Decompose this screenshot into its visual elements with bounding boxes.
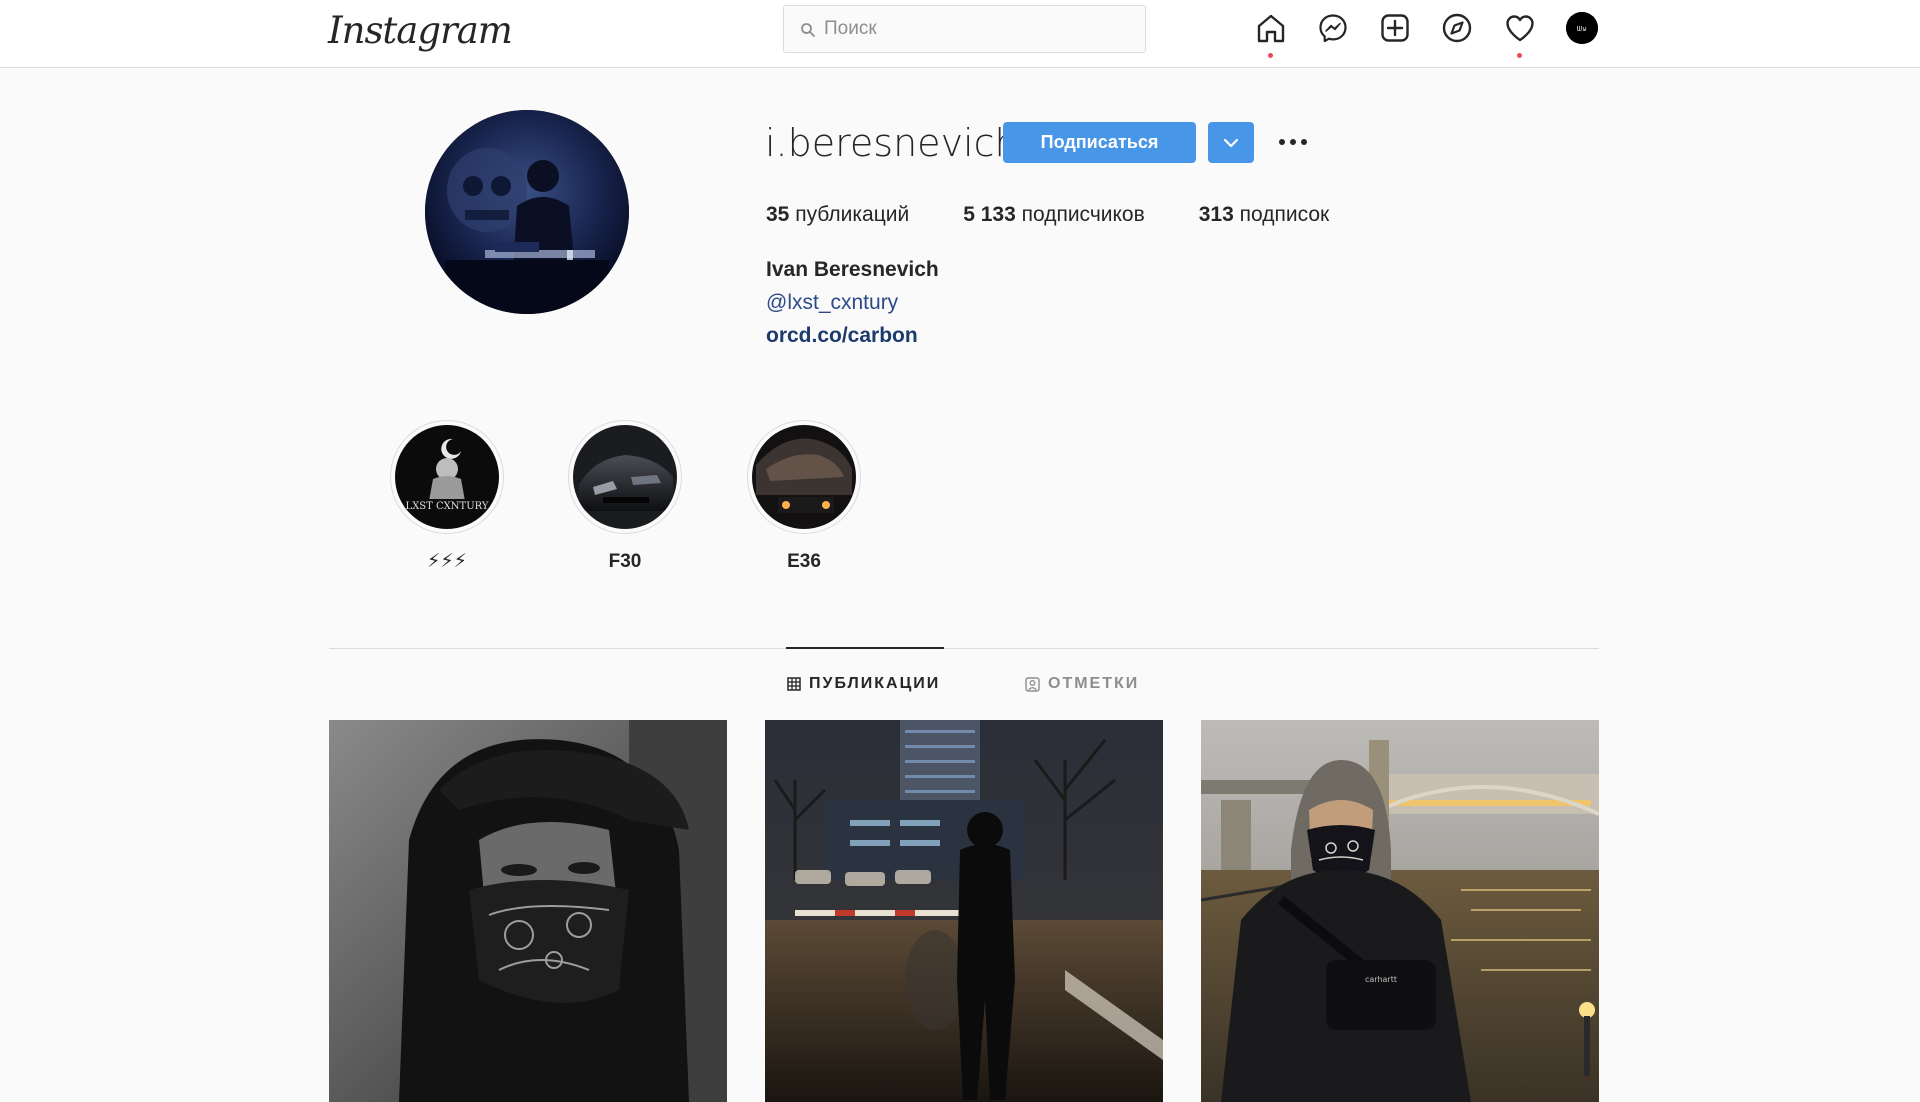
profile-full-name: Ivan Beresnevich: [766, 258, 939, 281]
post-image-masked-portrait: [329, 720, 727, 1102]
tab-posts-label: ПУБЛИКАЦИИ: [809, 675, 941, 692]
followers-stat[interactable]: 5 133 подписчиков: [963, 199, 1145, 231]
highlight-cover-image: [573, 425, 677, 529]
highlight-label: E36: [787, 551, 821, 572]
home-icon[interactable]: [1253, 10, 1289, 46]
highlight-ring: [747, 420, 861, 534]
highlight-ring: [568, 420, 682, 534]
profile-stats: 35 публикаций 5 133 подписчиков 313 подп…: [766, 199, 1383, 231]
tab-posts[interactable]: ПУБЛИКАЦИИ: [787, 672, 940, 696]
profile-avatar[interactable]: ᗯ⊍: [1566, 12, 1598, 44]
story-highlight[interactable]: F30: [567, 420, 683, 574]
messenger-icon[interactable]: [1315, 10, 1351, 46]
posts-label: публикаций: [795, 203, 910, 226]
activity-notification-dot: [1517, 53, 1522, 58]
new-post-icon[interactable]: [1377, 10, 1413, 46]
active-tab-indicator: [786, 647, 944, 649]
highlight-cover-image: LXST CXNTURY: [395, 425, 499, 529]
post-thumbnail[interactable]: [765, 720, 1163, 1102]
profile-picture[interactable]: [425, 110, 629, 314]
activity-heart-icon[interactable]: [1502, 10, 1538, 46]
follow-button[interactable]: Подписаться: [1003, 122, 1196, 163]
highlight-ring: LXST CXNTURY: [390, 420, 504, 534]
followers-label: подписчиков: [1021, 203, 1145, 226]
post-image-night-street: [765, 720, 1163, 1102]
top-navigation-bar: Instagram Поиск ᗯ⊍: [0, 0, 1920, 68]
chevron-down-icon: [1223, 138, 1239, 147]
grid-icon: [787, 677, 801, 691]
following-label: подписок: [1239, 203, 1330, 226]
bio-mention-link[interactable]: @lxst_cxntury: [766, 287, 898, 319]
svg-text:LXST CXNTURY: LXST CXNTURY: [406, 501, 489, 512]
search-input[interactable]: [822, 6, 1132, 52]
ellipsis-icon: [1279, 139, 1307, 145]
search-icon: [801, 23, 815, 37]
post-thumbnail[interactable]: [329, 720, 727, 1102]
followers-count: 5 133: [963, 203, 1016, 226]
search-box[interactable]: [783, 5, 1146, 53]
svg-text:carhartt: carhartt: [1365, 975, 1397, 984]
following-count: 313: [1198, 203, 1234, 226]
avatar-emblem-icon: ᗯ⊍: [1566, 12, 1598, 44]
tab-tagged-label: ОТМЕТКИ: [1048, 675, 1140, 692]
post-thumbnail[interactable]: carhartt: [1201, 720, 1599, 1102]
following-stat[interactable]: 313 подписок: [1199, 199, 1329, 231]
highlight-cover-image: [752, 425, 856, 529]
home-notification-dot: [1268, 53, 1273, 58]
dj-performer-image: [425, 110, 629, 314]
profile-username: i.beresnevich: [765, 121, 1019, 165]
svg-text:ᗯ⊍: ᗯ⊍: [1577, 25, 1587, 33]
tab-tagged[interactable]: ОТМЕТКИ: [1025, 672, 1139, 696]
story-highlight[interactable]: E36: [746, 420, 862, 574]
instagram-logo[interactable]: Instagram: [328, 6, 513, 56]
tabs-divider: [329, 648, 1599, 649]
bio-external-link[interactable]: orcd.co/carbon: [766, 320, 918, 352]
story-highlight[interactable]: LXST CXNTURY ⚡⚡⚡: [389, 420, 505, 574]
highlight-label: F30: [608, 551, 642, 572]
highlight-label: ⚡⚡⚡: [426, 551, 468, 572]
posts-count-stat: 35 публикаций: [766, 199, 909, 231]
more-options-button[interactable]: [1276, 124, 1310, 160]
suggested-accounts-dropdown-button[interactable]: [1208, 122, 1254, 163]
post-image-riverside-portrait: carhartt: [1201, 720, 1599, 1102]
tagged-icon: [1025, 676, 1040, 692]
explore-icon[interactable]: [1439, 10, 1475, 46]
posts-count: 35: [766, 203, 790, 226]
